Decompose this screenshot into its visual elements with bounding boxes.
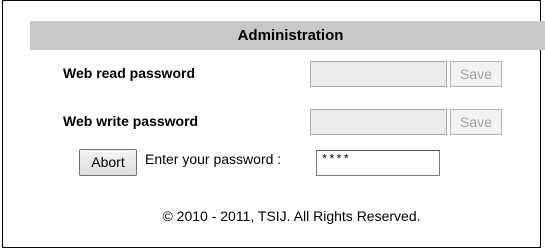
- copyright-footer: © 2010 - 2011, TSIJ. All Rights Reserved…: [162, 208, 421, 224]
- write-password-save-button[interactable]: Save: [450, 109, 502, 135]
- write-password-field[interactable]: [310, 109, 447, 135]
- section-header: Administration: [30, 21, 545, 50]
- read-password-save-button[interactable]: Save: [450, 61, 502, 87]
- password-input[interactable]: ****: [316, 150, 440, 176]
- abort-button[interactable]: Abort: [79, 149, 137, 176]
- password-prompt-label: Enter your password :: [145, 151, 282, 167]
- write-password-label: Web write password: [63, 113, 199, 129]
- read-password-label: Web read password: [63, 65, 196, 81]
- read-password-field[interactable]: [310, 61, 447, 87]
